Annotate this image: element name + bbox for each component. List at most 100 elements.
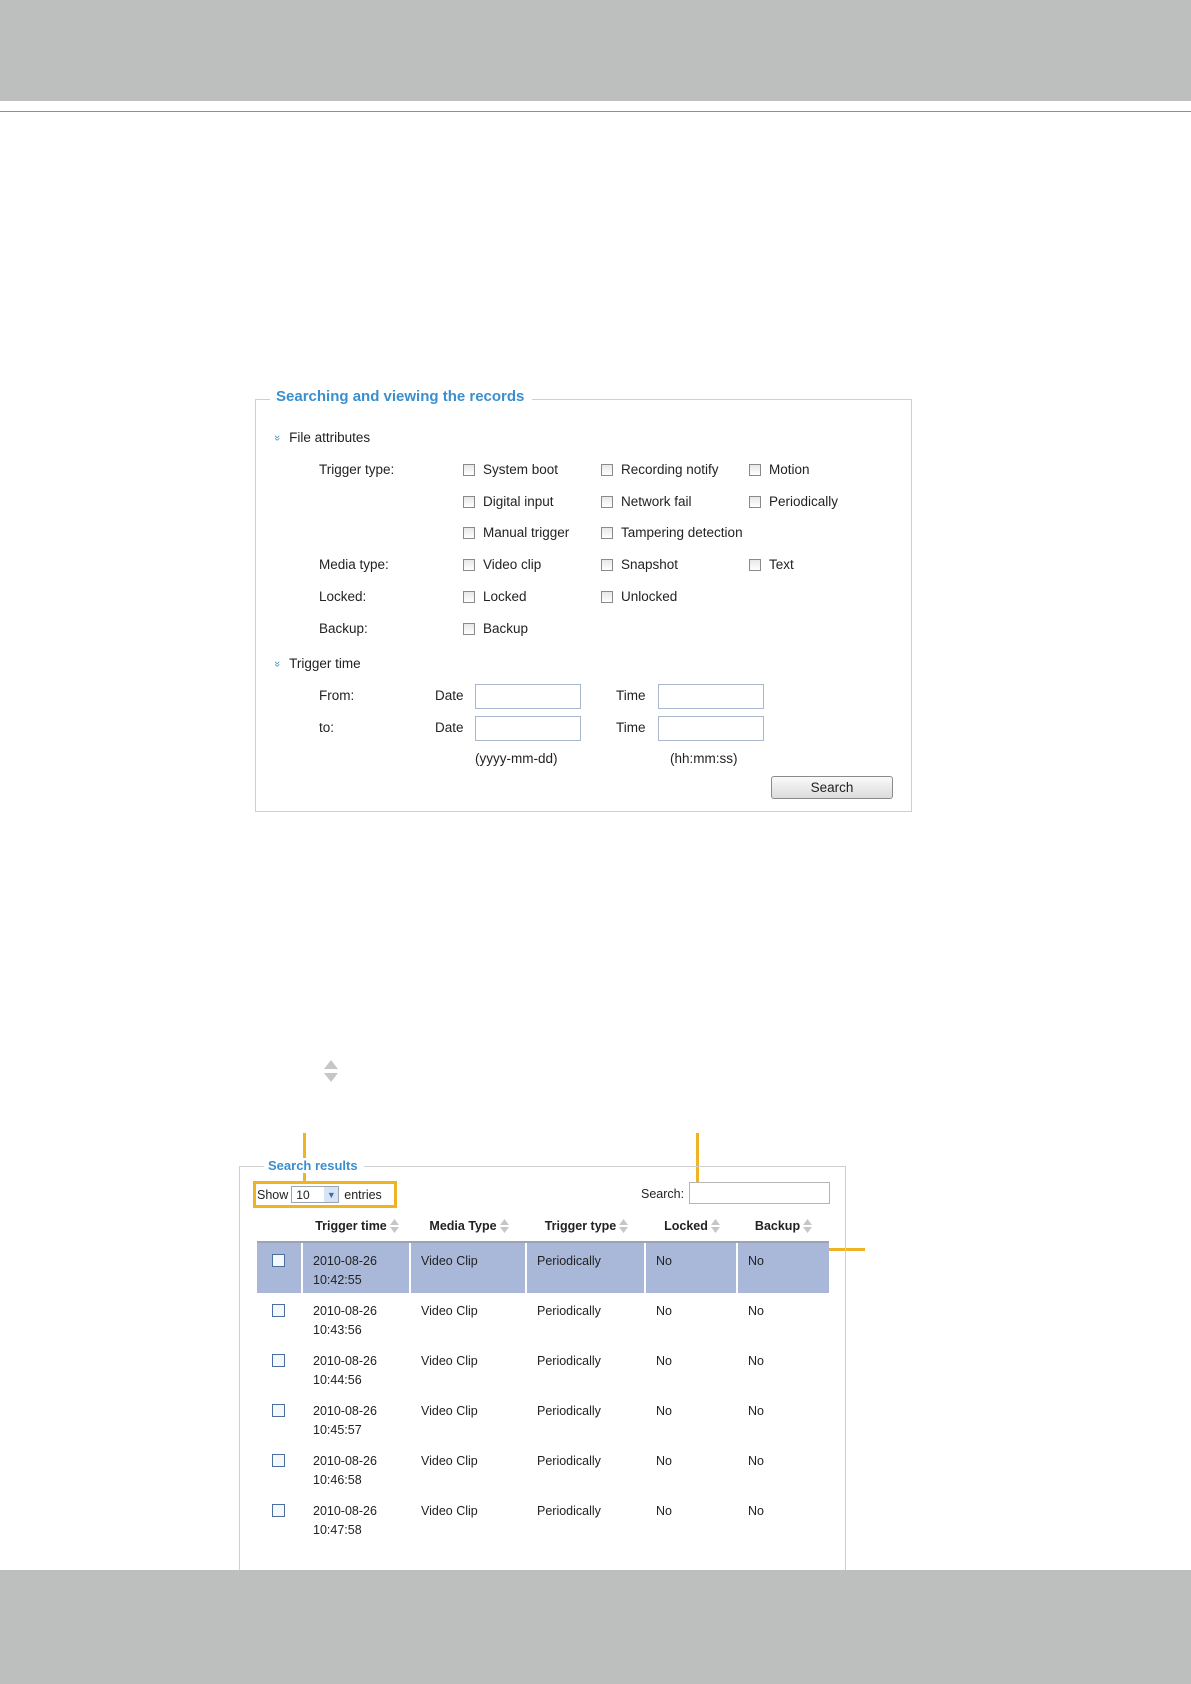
- column-header-trigger-type[interactable]: Trigger type: [527, 1211, 646, 1243]
- from-date-input[interactable]: [475, 684, 581, 709]
- column-label: Locked: [664, 1218, 708, 1233]
- cell-date: 2010-08-26: [313, 1304, 377, 1318]
- backup-cell: No: [748, 1354, 764, 1368]
- checkbox-label: System boot: [483, 462, 559, 477]
- trigger-type-cell: Periodically: [527, 1243, 646, 1293]
- locked-cell: No: [656, 1504, 672, 1518]
- media-type-cell: Video Clip: [421, 1454, 478, 1468]
- results-search-label: Search:: [641, 1187, 685, 1201]
- checkbox-icon[interactable]: [749, 558, 761, 571]
- checkbox-video-clip[interactable]: Video clip: [463, 557, 541, 572]
- checkbox-network-fail[interactable]: Network fail: [601, 494, 692, 509]
- checkbox-tampering-detection[interactable]: Tampering detection: [601, 525, 743, 540]
- sort-icon: [619, 1219, 629, 1234]
- backup-cell: No: [748, 1454, 764, 1468]
- from-time-input[interactable]: [658, 684, 764, 709]
- checkbox-digital-input[interactable]: Digital input: [463, 494, 554, 509]
- checkbox-label: Digital input: [483, 494, 554, 509]
- checkbox-motion[interactable]: Motion: [749, 462, 810, 477]
- table-header-row: Trigger time Media Type Trigger type Loc…: [257, 1211, 829, 1243]
- locked-cell: No: [656, 1354, 672, 1368]
- trigger-time-cell: 2010-08-26 10:46:58: [303, 1443, 411, 1493]
- backup-cell: No: [738, 1243, 829, 1293]
- checkbox-text[interactable]: Text: [749, 557, 794, 572]
- row-checkbox[interactable]: [272, 1454, 285, 1467]
- table-row[interactable]: 2010-08-26 10:46:58 Video Clip Periodical…: [257, 1443, 829, 1493]
- to-label: to:: [319, 720, 335, 735]
- entries-label: entries: [344, 1187, 382, 1202]
- checkbox-manual-trigger[interactable]: Manual trigger: [463, 525, 569, 540]
- row-select-cell: [257, 1243, 303, 1293]
- checkbox-label: Text: [769, 557, 794, 572]
- backup-cell: No: [748, 1504, 764, 1518]
- chevron-down-icon[interactable]: ▼: [324, 1187, 339, 1202]
- checkbox-icon[interactable]: [601, 463, 613, 476]
- sort-icon: [389, 1219, 399, 1234]
- checkbox-unlocked[interactable]: Unlocked: [601, 589, 677, 604]
- trigger-time-cell: 2010-08-26 10:44:56: [303, 1343, 411, 1393]
- column-header-trigger-time[interactable]: Trigger time: [303, 1211, 411, 1243]
- row-checkbox[interactable]: [272, 1354, 285, 1367]
- checkbox-icon[interactable]: [749, 495, 761, 508]
- column-header-locked[interactable]: Locked: [646, 1211, 738, 1243]
- media-type-cell: Video Clip: [421, 1504, 478, 1518]
- table-row[interactable]: 2010-08-26 10:44:56 Video Clip Periodical…: [257, 1343, 829, 1393]
- checkbox-label: Video clip: [483, 557, 542, 572]
- media-type-cell: Video Clip: [421, 1404, 478, 1418]
- checkbox-icon[interactable]: [463, 526, 475, 539]
- results-search-input[interactable]: [689, 1182, 830, 1204]
- cell-date: 2010-08-26: [313, 1404, 377, 1418]
- checkbox-icon[interactable]: [463, 558, 475, 571]
- row-select-cell: [257, 1493, 303, 1543]
- row-checkbox[interactable]: [272, 1254, 285, 1267]
- checkbox-backup[interactable]: Backup: [463, 621, 528, 636]
- checkbox-icon[interactable]: [463, 463, 475, 476]
- file-attributes-toggle[interactable]: » File attributes: [271, 430, 370, 445]
- trigger-type-cell: Periodically: [537, 1304, 601, 1318]
- checkbox-icon[interactable]: [601, 558, 613, 571]
- table-row[interactable]: 2010-08-26 10:45:57 Video Clip Periodical…: [257, 1393, 829, 1443]
- table-row[interactable]: 2010-08-26 10:42:55 Video Clip Periodical…: [257, 1243, 829, 1293]
- checkbox-label: Motion: [769, 462, 810, 477]
- column-label: Media Type: [429, 1218, 497, 1233]
- column-label: Backup: [754, 1218, 801, 1233]
- checkbox-icon[interactable]: [463, 495, 475, 508]
- row-checkbox[interactable]: [272, 1404, 285, 1417]
- checkbox-system-boot[interactable]: System boot: [463, 462, 558, 477]
- table-row[interactable]: 2010-08-26 10:47:58 Video Clip Periodical…: [257, 1493, 829, 1543]
- row-checkbox[interactable]: [272, 1504, 285, 1517]
- to-date-input[interactable]: [475, 716, 581, 741]
- column-header-backup[interactable]: Backup: [738, 1211, 829, 1243]
- checkbox-locked[interactable]: Locked: [463, 589, 527, 604]
- show-label: Show: [257, 1187, 289, 1202]
- checkbox-label: Manual trigger: [483, 525, 570, 540]
- row-select-cell: [257, 1293, 303, 1343]
- checkbox-periodically[interactable]: Periodically: [749, 494, 838, 509]
- trigger-type-label: Trigger type:: [319, 462, 395, 477]
- trigger-time-toggle[interactable]: » Trigger time: [271, 656, 361, 671]
- trigger-time-cell: 2010-08-26 10:45:57: [303, 1393, 411, 1443]
- row-checkbox[interactable]: [272, 1304, 285, 1317]
- to-time-input[interactable]: [658, 716, 764, 741]
- checkbox-icon[interactable]: [601, 590, 613, 603]
- search-button[interactable]: Search: [771, 776, 893, 799]
- checkbox-icon[interactable]: [463, 622, 475, 635]
- checkbox-label: Periodically: [769, 494, 839, 509]
- checkbox-icon[interactable]: [601, 495, 613, 508]
- trigger-type-cell: Periodically: [537, 1504, 601, 1518]
- checkbox-snapshot[interactable]: Snapshot: [601, 557, 678, 572]
- column-header-media-type[interactable]: Media Type: [411, 1211, 527, 1243]
- locked-label: Locked:: [319, 589, 367, 604]
- row-select-cell: [257, 1393, 303, 1443]
- checkbox-recording-notify[interactable]: Recording notify: [601, 462, 719, 477]
- trigger-type-cell: Periodically: [537, 1454, 601, 1468]
- cell-date: 2010-08-26: [313, 1354, 377, 1368]
- row-select-cell: [257, 1343, 303, 1393]
- table-row[interactable]: 2010-08-26 10:43:56 Video Clip Periodical…: [257, 1293, 829, 1343]
- checkbox-icon[interactable]: [601, 526, 613, 539]
- results-title: Search results: [264, 1158, 364, 1173]
- entries-select[interactable]: 10 ▼: [291, 1186, 340, 1203]
- checkbox-icon[interactable]: [749, 463, 761, 476]
- checkbox-icon[interactable]: [463, 590, 475, 603]
- cell-time: 10:42:55: [313, 1273, 362, 1287]
